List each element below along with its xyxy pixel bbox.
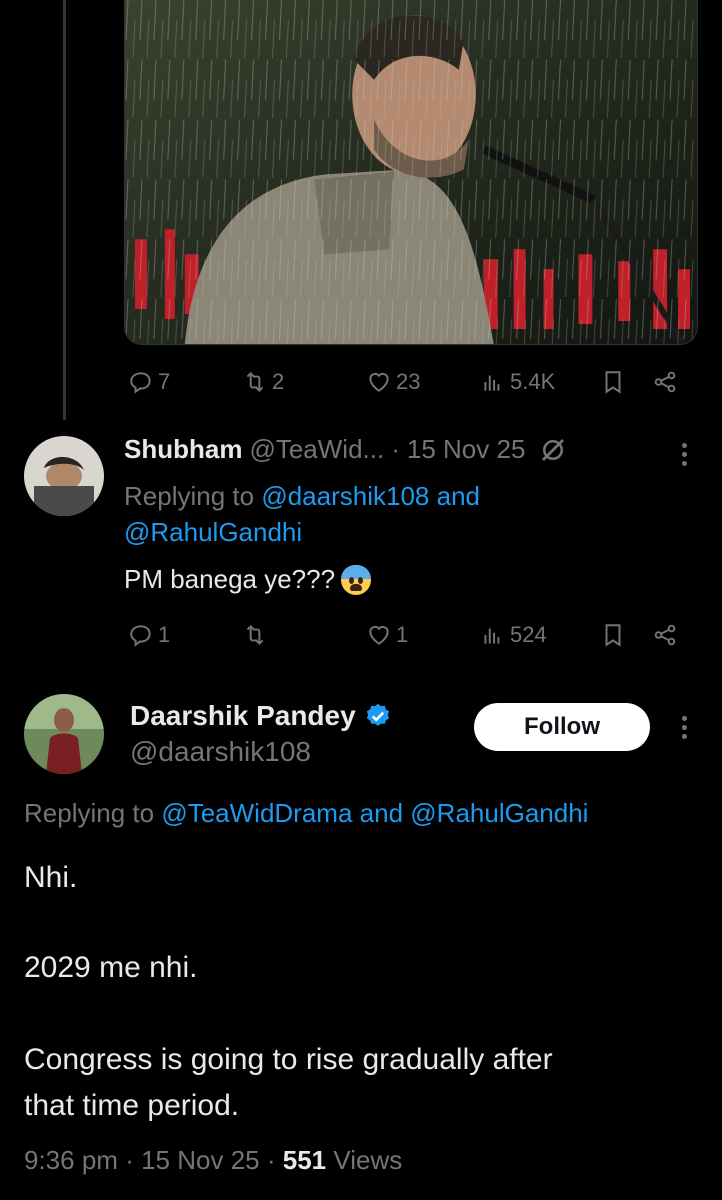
thread-line: [63, 0, 66, 420]
share-icon: [654, 371, 676, 393]
main-author-name[interactable]: Daarshik Pandey: [130, 700, 356, 732]
mention-joiner[interactable]: and: [437, 481, 480, 511]
separator-dot: ·: [266, 1145, 276, 1175]
speech-in-rain-photo: [125, 0, 697, 344]
like-icon: [369, 625, 389, 645]
reply-action[interactable]: 1: [128, 615, 170, 655]
avatar-photo: [24, 436, 104, 516]
main-author-handle[interactable]: @daarshik108: [130, 736, 311, 768]
views-icon: [484, 375, 500, 391]
more-dot: [681, 733, 687, 739]
separator-dot: ·: [391, 434, 400, 464]
reply-replying-to: Replying to @daarshik108 and @RahulGandh…: [124, 478, 684, 550]
reply-action-bar: 1 1 524: [124, 615, 698, 655]
like-count: 1: [396, 622, 409, 647]
reply-icon: [130, 372, 151, 394]
like-action[interactable]: 23: [366, 362, 420, 402]
reply-action[interactable]: 7: [128, 362, 170, 402]
repost-count: 2: [272, 369, 285, 394]
follow-button[interactable]: Follow: [474, 703, 650, 751]
grok-icon[interactable]: [538, 435, 568, 465]
more-dot: [681, 442, 687, 448]
views-action[interactable]: 5.4K: [480, 362, 555, 402]
views-action[interactable]: 524: [480, 615, 547, 655]
mention-link[interactable]: @RahulGandhi: [410, 798, 588, 828]
views-label: Views: [333, 1145, 403, 1175]
bookmark-icon: [605, 624, 621, 647]
separator-dot: ·: [125, 1145, 134, 1175]
views-icon: [484, 628, 500, 644]
reply-author-avatar[interactable]: [24, 436, 104, 516]
tweet-media-image[interactable]: [124, 0, 698, 345]
mention-joiner[interactable]: and: [360, 798, 403, 828]
main-replying-to: Replying to @TeaWidDrama and @RahulGandh…: [24, 798, 588, 829]
anxious-face-emoji: [341, 564, 372, 595]
reply-count: 7: [158, 369, 171, 394]
tweet-meta: 9:36 pm · 15 Nov 25 · 551 Views: [24, 1145, 402, 1176]
more-dot: [681, 724, 687, 730]
tweet-time[interactable]: 9:36 pm: [24, 1145, 118, 1175]
share-icon: [654, 624, 676, 646]
tweet-text-line: that time period.: [24, 1089, 240, 1122]
views-count: 524: [510, 622, 547, 647]
main-author-name-row: Daarshik Pandey: [130, 700, 392, 732]
views-count: 551: [282, 1145, 327, 1175]
reply-date[interactable]: 15 Nov 25: [407, 434, 526, 465]
repost-action[interactable]: [242, 615, 272, 655]
share-button[interactable]: [652, 362, 678, 402]
reply-header: Shubham @TeaWid... · 15 Nov 25: [124, 434, 568, 465]
mention-link[interactable]: @TeaWidDrama: [161, 798, 352, 828]
reply-text: PM banega ye???: [124, 564, 336, 594]
replying-to-label: Replying to: [124, 481, 255, 511]
more-dot: [681, 460, 687, 466]
more-dot: [681, 451, 687, 457]
bookmark-button[interactable]: [600, 615, 626, 655]
bookmark-button[interactable]: [600, 362, 626, 402]
repost-icon: [246, 371, 264, 393]
tweet-action-bar: 7 2 23 5.4K: [124, 362, 698, 402]
tweet-text-line: Congress is going to rise gradually afte…: [24, 1043, 553, 1076]
reply-icon: [130, 625, 151, 647]
main-more-options[interactable]: [674, 709, 694, 745]
mention-link[interactable]: @RahulGandhi: [124, 517, 302, 547]
like-icon: [369, 372, 389, 392]
like-action[interactable]: 1: [366, 615, 408, 655]
reply-body: PM banega ye???: [124, 564, 372, 595]
reply-author-name[interactable]: Shubham: [124, 434, 242, 465]
tweet-date[interactable]: 15 Nov 25: [141, 1145, 260, 1175]
tweet-text-line: 2029 me nhi.: [24, 951, 198, 984]
share-button[interactable]: [652, 615, 678, 655]
repost-action[interactable]: 2: [242, 362, 284, 402]
bookmark-icon: [605, 371, 621, 394]
avatar-photo: [24, 694, 104, 774]
reply-author-handle[interactable]: @TeaWid...: [249, 434, 384, 465]
reply-more-options[interactable]: [674, 436, 694, 472]
replying-to-label: Replying to: [24, 798, 155, 828]
tweet-text-line: Nhi.: [24, 861, 78, 894]
like-count: 23: [396, 369, 421, 394]
reply-count: 1: [158, 622, 171, 647]
mention-link[interactable]: @daarshik108: [261, 481, 429, 511]
main-author-avatar[interactable]: [24, 694, 104, 774]
verified-badge-icon: [366, 703, 389, 726]
repost-icon: [246, 624, 264, 646]
views-count: 5.4K: [510, 369, 556, 394]
more-dot: [681, 715, 687, 721]
